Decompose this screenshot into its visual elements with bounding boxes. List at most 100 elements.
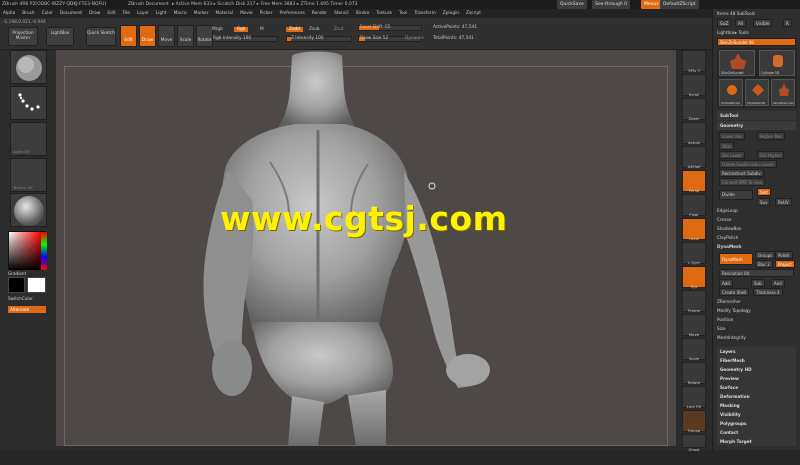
menu-item[interactable]: Stroke xyxy=(356,11,370,16)
menu-item[interactable]: Color xyxy=(42,11,53,16)
menu-item[interactable]: Document xyxy=(60,11,82,16)
zsub-toggle[interactable]: Zsub xyxy=(309,27,320,32)
switch-color-button[interactable]: SwitchColor xyxy=(8,296,33,301)
deformation-section[interactable]: Deformation xyxy=(717,392,796,401)
menu-item[interactable]: Brush xyxy=(22,11,34,16)
reuv-toggle[interactable]: ReUV xyxy=(775,198,792,206)
menu-item[interactable]: Macro xyxy=(174,11,187,16)
menu-item[interactable]: Draw xyxy=(89,11,100,16)
r-button[interactable]: R xyxy=(783,19,792,27)
see-through-slider[interactable]: See-through 0 xyxy=(592,0,630,9)
spix-button[interactable]: SPix 3 xyxy=(682,50,706,73)
meshintegrity-section[interactable]: MeshIntegrity xyxy=(717,334,796,342)
tool-thumb-polymesh[interactable]: PolyMesh3D xyxy=(745,79,769,106)
scale-view-button[interactable]: Scale xyxy=(682,338,706,361)
linefill-button[interactable]: Line Fill xyxy=(682,386,706,409)
zremesher-section[interactable]: ZRemesher xyxy=(717,298,796,306)
geometry-section[interactable]: Geometry xyxy=(717,121,796,130)
menu-item[interactable]: Marker xyxy=(194,11,209,16)
menu-item[interactable]: Tool xyxy=(399,11,407,16)
texture-selector[interactable]: Texture Off xyxy=(10,158,47,192)
size-section[interactable]: Size xyxy=(717,325,796,333)
del-lower-button[interactable]: Del Lower xyxy=(719,151,745,159)
mrgb-toggle[interactable]: Mrgb xyxy=(212,27,223,32)
reconstruct-subdiv-button[interactable]: Reconstruct Subdiv xyxy=(719,169,764,177)
shadowbox-section[interactable]: ShadowBox xyxy=(717,225,796,233)
lower-res-button[interactable]: Lower Res xyxy=(719,132,746,140)
surface-section[interactable]: Surface xyxy=(717,383,796,392)
sub-button[interactable]: Sub xyxy=(751,279,765,287)
divide-button[interactable]: Divide xyxy=(719,190,753,200)
scale-button[interactable]: Scale xyxy=(177,25,194,47)
goz-button[interactable]: GoZ xyxy=(717,19,732,27)
suv-toggle[interactable]: Suv xyxy=(757,198,771,206)
projection-master-button[interactable]: Projection Master xyxy=(8,27,38,46)
menu-item[interactable]: Picker xyxy=(260,11,273,16)
frame-button[interactable]: Frame xyxy=(682,290,706,313)
add-button[interactable]: Add xyxy=(719,279,733,287)
tool-thumb-simplebrush[interactable]: SimpleBrush xyxy=(719,79,743,106)
move-view-button[interactable]: Move xyxy=(682,314,706,337)
thickness-slider[interactable]: Thickness 4 xyxy=(753,288,783,296)
secondary-color-swatch[interactable] xyxy=(27,277,46,293)
rotate-button[interactable]: Rotate xyxy=(196,25,213,47)
dynamesh-section[interactable]: DynaMesh xyxy=(717,243,796,251)
transp-button[interactable]: Transp xyxy=(682,410,706,433)
layers-section[interactable]: Layers xyxy=(717,347,796,356)
default-zscript-button[interactable]: DefaultZScript xyxy=(660,0,699,9)
project-toggle[interactable]: Project xyxy=(775,260,795,268)
blur-slider[interactable]: Blur 2 xyxy=(755,260,773,268)
higher-res-button[interactable]: Higher Res xyxy=(757,132,785,140)
menu-item[interactable]: Zscript xyxy=(466,11,481,16)
dynamesh-button[interactable]: DynaMesh xyxy=(719,253,753,265)
polygroups-section[interactable]: Polygroups xyxy=(717,419,796,428)
menu-item[interactable]: Zplugin xyxy=(443,11,459,16)
modify-topology-section[interactable]: Modify Topology xyxy=(717,307,796,315)
scroll-button[interactable]: Scroll xyxy=(682,74,706,97)
lightbox-tools-button[interactable]: Lightbox▸ Tools xyxy=(717,29,796,37)
gradient-label[interactable]: Gradient xyxy=(8,271,26,276)
quick-sketch-button[interactable]: Quick Sketch xyxy=(86,27,116,46)
menu-item[interactable]: Texture xyxy=(376,11,392,16)
crease-section[interactable]: Crease xyxy=(717,216,796,224)
zcut-toggle[interactable]: Zcut xyxy=(334,27,344,32)
rgb-toggle[interactable]: Rgb xyxy=(234,27,249,32)
quicksave-button[interactable]: QuickSave xyxy=(557,0,587,9)
position-section[interactable]: Position xyxy=(717,316,796,324)
menu-item[interactable]: Edit xyxy=(107,11,115,16)
menu-item[interactable]: Stencil xyxy=(334,11,349,16)
sdiv-slider[interactable]: SDiv xyxy=(719,142,735,150)
draw-button[interactable]: Draw xyxy=(139,25,156,47)
claypolish-section[interactable]: ClayPolish xyxy=(717,234,796,242)
zoom-button[interactable]: Zoom xyxy=(682,98,706,121)
menus-button[interactable]: Menus xyxy=(641,0,662,9)
current-tool-slider[interactable]: SkinZeSundel 48 xyxy=(717,38,796,46)
del-higher-button[interactable]: Del Higher xyxy=(757,151,785,159)
goz-all-button[interactable]: All xyxy=(735,19,746,27)
document-canvas[interactable] xyxy=(56,50,676,446)
goz-visible-button[interactable]: Visible xyxy=(753,19,773,27)
edit-button[interactable]: Edit xyxy=(120,25,137,47)
local-button[interactable]: Local xyxy=(682,218,706,241)
smt-toggle[interactable]: Smt xyxy=(757,188,772,196)
create-shell-button[interactable]: Create Shell xyxy=(719,288,750,296)
rotate-view-button[interactable]: Rotate xyxy=(682,362,706,385)
tool-thumb-skin[interactable]: SkinZeSundel xyxy=(719,50,755,76)
freeze-subdiv-button[interactable]: Freeze SubDivision Levels xyxy=(719,160,777,168)
tool-thumb-cylinder[interactable]: Cylinder3D xyxy=(759,50,795,76)
menu-item[interactable]: Alpha xyxy=(3,11,15,16)
menu-item[interactable]: Material xyxy=(215,11,232,16)
actual-button[interactable]: Actual xyxy=(682,122,706,145)
lsym-button[interactable]: L.Sym xyxy=(682,242,706,265)
menu-item[interactable]: Layer xyxy=(137,11,149,16)
subtool-section[interactable]: SubTool xyxy=(717,111,796,120)
material-selector[interactable] xyxy=(10,193,47,227)
dynamic-toggle[interactable]: Dynamic xyxy=(405,36,424,41)
fibermesh-section[interactable]: FiberMesh xyxy=(717,356,796,365)
main-color-swatch[interactable] xyxy=(8,277,25,293)
aahalf-button[interactable]: AAHalf xyxy=(682,146,706,169)
menu-item[interactable]: Light xyxy=(156,11,167,16)
persp-button[interactable]: Persp xyxy=(682,170,706,193)
menu-item[interactable]: Preferences xyxy=(279,11,304,16)
stroke-selector[interactable] xyxy=(10,86,47,120)
